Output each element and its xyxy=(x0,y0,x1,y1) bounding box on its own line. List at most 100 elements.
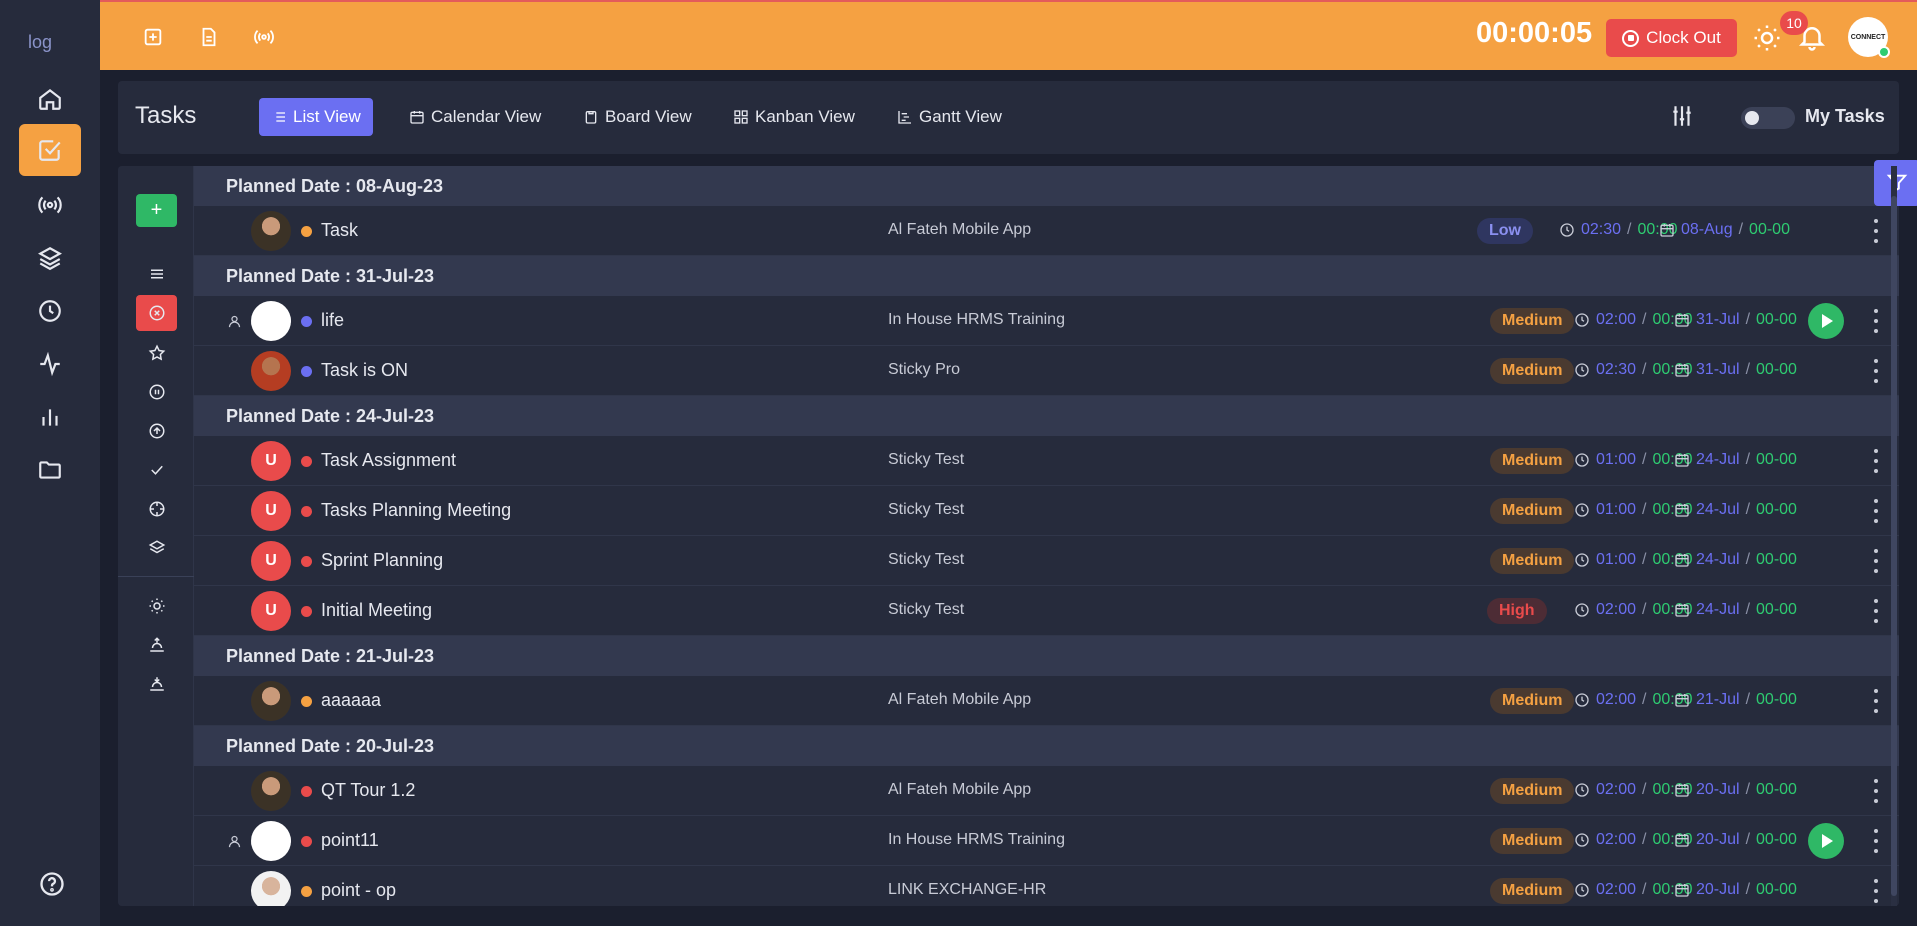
avatar: CONNECT xyxy=(251,821,291,861)
theme-toggle[interactable] xyxy=(1752,23,1782,58)
status-dot xyxy=(301,786,312,797)
timesheet-nav[interactable] xyxy=(0,285,100,337)
time-separator: / xyxy=(1642,451,1647,468)
tab-calendar-view[interactable]: Calendar View xyxy=(397,98,553,136)
add-square-button[interactable] xyxy=(142,26,164,53)
row-menu-button[interactable] xyxy=(1870,779,1882,803)
row-menu-button[interactable] xyxy=(1870,499,1882,523)
add-task-button[interactable]: + xyxy=(136,194,177,227)
task-name[interactable]: Tasks Planning Meeting xyxy=(321,500,511,521)
reports-nav[interactable] xyxy=(0,391,100,443)
planned-date: 31-Jul xyxy=(1696,311,1740,328)
row-menu-button[interactable] xyxy=(1870,599,1882,623)
task-name[interactable]: point - op xyxy=(321,880,396,901)
completed-date: 00-00 xyxy=(1756,881,1797,898)
activity-nav[interactable] xyxy=(0,338,100,390)
task-project: Sticky Pro xyxy=(888,361,961,378)
task-name[interactable]: life xyxy=(321,310,344,331)
row-menu-button[interactable] xyxy=(1870,549,1882,573)
row-menu-button[interactable] xyxy=(1870,879,1882,903)
clock-icon xyxy=(1575,313,1589,327)
upcoming-filter[interactable] xyxy=(136,627,177,663)
target-status-filter[interactable] xyxy=(136,491,177,527)
starred-status-filter[interactable] xyxy=(136,335,177,371)
help-button[interactable] xyxy=(38,870,66,903)
task-list-scrollbar[interactable] xyxy=(1891,166,1897,906)
time-separator: / xyxy=(1642,551,1647,568)
task-row[interactable]: U Sprint Planning Sticky Test Medium 01:00 / 0… xyxy=(194,536,1899,586)
task-name[interactable]: aaaaaa xyxy=(321,690,381,711)
task-name[interactable]: QT Tour 1.2 xyxy=(321,780,415,801)
task-name[interactable]: Task xyxy=(321,220,358,241)
status-dot xyxy=(301,606,312,617)
tab-kanban-view[interactable]: Kanban View xyxy=(721,98,867,136)
scrollbar-thumb[interactable] xyxy=(1891,196,1897,896)
start-timer-button[interactable] xyxy=(1808,303,1844,339)
row-menu-button[interactable] xyxy=(1870,219,1882,243)
priority-badge: Low xyxy=(1477,218,1533,244)
date-separator: / xyxy=(1745,881,1751,898)
task-list-panel: + Planned Date : 08-Aug-23 Task Al Fateh M… xyxy=(118,166,1899,906)
broadcast-nav[interactable] xyxy=(0,179,100,231)
layers-nav[interactable] xyxy=(0,232,100,284)
completed-status-filter[interactable] xyxy=(136,452,177,488)
time-separator: / xyxy=(1642,311,1647,328)
task-row[interactable]: aaaaaa Al Fateh Mobile App Medium 02:00/00:… xyxy=(194,676,1899,726)
priority-badge: Medium xyxy=(1490,828,1575,854)
my-tasks-toggle[interactable] xyxy=(1741,107,1795,129)
clock-out-label: Clock Out xyxy=(1646,28,1721,47)
task-name[interactable]: point11 xyxy=(321,830,379,851)
document-button[interactable] xyxy=(198,26,220,53)
task-row[interactable]: CONNECT life In House HRMS Training Medium 0… xyxy=(194,296,1899,346)
completed-date: 00-00 xyxy=(1756,361,1797,378)
task-row[interactable]: Task is ON Sticky Pro Medium 02:30/00:00 31-… xyxy=(194,346,1899,396)
calendar-icon xyxy=(1675,554,1689,567)
all-status-filter[interactable] xyxy=(136,256,177,292)
files-nav[interactable] xyxy=(0,444,100,496)
task-row[interactable]: Task Al Fateh Mobile App Low 02:30/00:00 08-… xyxy=(194,206,1899,256)
row-menu-button[interactable] xyxy=(1870,309,1882,333)
calendar-icon xyxy=(1675,364,1689,377)
tab-board-view[interactable]: Board View xyxy=(571,98,704,136)
backlog-status-filter[interactable] xyxy=(136,530,177,566)
due-date: 21-Jul / 00-00 xyxy=(1674,691,1797,709)
tasks-nav[interactable] xyxy=(0,124,100,176)
task-row[interactable]: QT Tour 1.2 Al Fateh Mobile App Medium 02:0… xyxy=(194,766,1899,816)
group-header: Planned Date : 21-Jul-23 xyxy=(194,636,1899,676)
column-settings-button[interactable] xyxy=(1669,103,1695,134)
broadcast-button[interactable] xyxy=(253,26,275,53)
task-name[interactable]: Task is ON xyxy=(321,360,408,381)
paused-status-filter[interactable] xyxy=(136,374,177,410)
tab-gantt-view[interactable]: Gantt View xyxy=(885,98,1014,136)
task-row[interactable]: CONNECT point11 In House HRMS Training Medi… xyxy=(194,816,1899,866)
row-menu-button[interactable] xyxy=(1870,689,1882,713)
profile-avatar[interactable]: CONNECT xyxy=(1848,17,1890,58)
row-menu-button[interactable] xyxy=(1870,829,1882,853)
start-timer-button[interactable] xyxy=(1808,823,1844,859)
task-row[interactable]: U Tasks Planning Meeting Sticky Test Medium… xyxy=(194,486,1899,536)
completed-date: 00-00 xyxy=(1756,551,1797,568)
task-row[interactable]: point - op LINK EXCHANGE-HR Medium 02:00 / 00… xyxy=(194,866,1899,906)
clock-out-button[interactable]: Clock Out xyxy=(1606,19,1737,57)
clock-icon xyxy=(1575,363,1589,377)
row-menu-button[interactable] xyxy=(1870,449,1882,473)
task-row[interactable]: U Task Assignment Sticky Test Medium 01:00 / 0… xyxy=(194,436,1899,486)
task-name[interactable]: Task Assignment xyxy=(321,450,456,471)
tab-list-view[interactable]: List View xyxy=(259,98,373,136)
calendar-icon xyxy=(1675,834,1689,847)
overdue-filter[interactable] xyxy=(136,666,177,702)
home-nav[interactable] xyxy=(0,73,100,125)
task-name[interactable]: Sprint Planning xyxy=(321,550,443,571)
pause-circle-icon xyxy=(149,384,164,400)
cancelled-status-filter[interactable] xyxy=(136,295,177,331)
task-name[interactable]: Initial Meeting xyxy=(321,600,432,621)
row-menu-button[interactable] xyxy=(1870,359,1882,383)
today-filter[interactable] xyxy=(136,588,177,624)
in-progress-status-filter[interactable] xyxy=(136,413,177,449)
date-separator: / xyxy=(1745,691,1751,708)
assigned-user-icon xyxy=(227,314,242,334)
completed-date: 00-00 xyxy=(1756,781,1797,798)
task-row[interactable]: U Initial Meeting Sticky Test High 02:00/00:… xyxy=(194,586,1899,636)
tab-label: Gantt View xyxy=(919,107,1002,126)
due-date: 20-Jul / 00-00 xyxy=(1674,831,1797,849)
